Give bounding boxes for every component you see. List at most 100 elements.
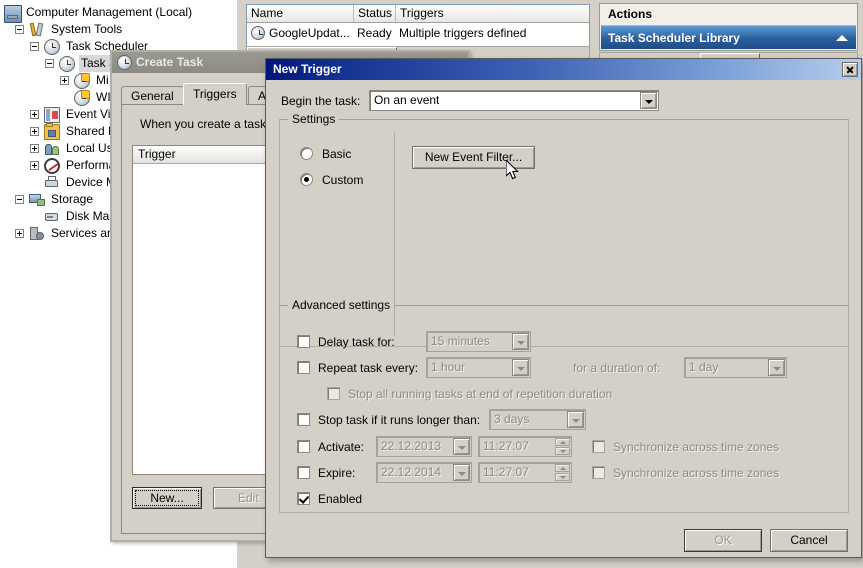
- tree-item-disk-management[interactable]: Disk Mana: [4, 208, 125, 225]
- repeat-task-label: Repeat task every:: [318, 361, 419, 375]
- delay-task-combo[interactable]: 15 minutes: [426, 331, 531, 352]
- activate-label: Activate:: [318, 440, 365, 454]
- expander-plus-icon[interactable]: [15, 229, 24, 238]
- stop-task-value: 3 days: [494, 412, 530, 426]
- tree-item-label: System Tools: [51, 22, 123, 36]
- expander-minus-icon[interactable]: [30, 42, 39, 51]
- device-manager-icon: [44, 175, 60, 191]
- actions-item-label: Task Scheduler Library: [608, 31, 740, 45]
- repeat-task-value: 1 hour: [431, 360, 466, 374]
- expire-time-spinner[interactable]: 11:27:07: [478, 462, 572, 483]
- begin-task-label: Begin the task:: [281, 94, 361, 108]
- tab-general[interactable]: General: [121, 86, 184, 105]
- expire-time-value: 11:27:07: [483, 465, 529, 479]
- chevron-down-icon[interactable]: [640, 92, 657, 109]
- triggers-description: When you create a task,: [140, 117, 270, 131]
- chevron-down-icon[interactable]: [453, 438, 470, 455]
- expire-sync-timezones-label: Synchronize across time zones: [613, 466, 780, 480]
- clock-icon: [44, 39, 60, 55]
- disk-management-icon: [44, 209, 60, 225]
- activate-date-picker[interactable]: 22.12.2013: [376, 436, 472, 457]
- duration-value: 1 day: [689, 360, 719, 374]
- tree-item-windows[interactable]: WI: [4, 89, 113, 106]
- expander-minus-icon[interactable]: [15, 25, 24, 34]
- clock-folder-icon: [74, 73, 90, 89]
- tree-item-performance[interactable]: Performan: [4, 157, 124, 174]
- tree-item-local-users[interactable]: Local User: [4, 140, 125, 157]
- tree-item-shared-folders[interactable]: Shared Fo: [4, 123, 124, 140]
- stop-task-label: Stop task if it runs longer than:: [318, 413, 481, 427]
- new-trigger-dialog[interactable]: New Trigger Begin the task: On an event …: [265, 58, 862, 558]
- begin-task-combo[interactable]: On an event: [369, 90, 659, 111]
- tree-item-storage[interactable]: Storage: [4, 191, 95, 208]
- cell-triggers: Multiple triggers defined: [399, 26, 527, 40]
- tree-item-microsoft[interactable]: Mi: [4, 72, 111, 89]
- screen: Computer Management (Local) System Tools…: [0, 0, 863, 568]
- column-header-status[interactable]: Status: [354, 5, 396, 22]
- cancel-button[interactable]: Cancel: [770, 529, 848, 552]
- basic-label: Basic: [322, 147, 352, 161]
- expander-minus-icon[interactable]: [45, 59, 54, 68]
- activate-time-spinner[interactable]: 11:27:07: [478, 436, 572, 457]
- local-users-icon: [44, 141, 60, 157]
- table-row[interactable]: GoogleUpdat... Ready Multiple triggers d…: [247, 24, 589, 42]
- expander-plus-icon[interactable]: [60, 76, 69, 85]
- activate-sync-timezones-checkbox[interactable]: [592, 440, 605, 453]
- expire-date-value: 22.12.2014: [381, 465, 442, 479]
- mouse-cursor: [506, 160, 520, 181]
- enabled-checkbox[interactable]: [297, 492, 310, 505]
- tree-item-computer-management[interactable]: Computer Management (Local): [4, 4, 194, 23]
- chevron-down-icon[interactable]: [567, 411, 584, 428]
- advanced-settings-legend: Advanced settings: [288, 298, 395, 312]
- ok-button[interactable]: OK: [684, 529, 762, 552]
- expire-sync-timezones-checkbox[interactable]: [592, 466, 605, 479]
- new-trigger-title-bar[interactable]: New Trigger: [266, 59, 861, 80]
- expire-date-picker[interactable]: 22.12.2014: [376, 462, 472, 483]
- task-clock-icon: [251, 26, 265, 40]
- actions-item-task-scheduler-library[interactable]: Task Scheduler Library: [601, 25, 856, 49]
- shared-folders-icon: [44, 123, 60, 140]
- advanced-settings-group: Advanced settings Delay task for: 15 min…: [279, 298, 849, 513]
- custom-label: Custom: [322, 173, 364, 187]
- column-header-triggers[interactable]: Triggers: [396, 5, 589, 22]
- repeat-task-combo[interactable]: 1 hour: [426, 357, 531, 378]
- custom-radio[interactable]: [300, 173, 313, 186]
- expander-plus-icon[interactable]: [30, 110, 39, 119]
- duration-label: for a duration of:: [573, 361, 661, 375]
- tree-item-task-scheduler-library[interactable]: Task S: [4, 55, 120, 72]
- close-icon[interactable]: [842, 62, 858, 77]
- activate-checkbox[interactable]: [297, 440, 310, 453]
- cell-name: GoogleUpdat...: [269, 26, 350, 40]
- duration-combo[interactable]: 1 day: [684, 357, 787, 378]
- task-list[interactable]: Name Status Triggers GoogleUpdat... Read…: [246, 4, 590, 48]
- chevron-down-icon[interactable]: [512, 359, 529, 376]
- expire-checkbox[interactable]: [297, 466, 310, 479]
- basic-radio[interactable]: [300, 147, 313, 160]
- stop-task-checkbox[interactable]: [297, 413, 310, 426]
- tree-item-device-manager[interactable]: Device Ma: [4, 174, 125, 191]
- stop-task-combo[interactable]: 3 days: [489, 409, 586, 430]
- column-header-name[interactable]: Name: [247, 5, 354, 22]
- spinner-up-icon[interactable]: [555, 438, 570, 446]
- expander-plus-icon[interactable]: [30, 161, 39, 170]
- delay-task-checkbox[interactable]: [297, 335, 310, 348]
- spinner-up-icon[interactable]: [555, 464, 570, 472]
- expander-plus-icon[interactable]: [30, 127, 39, 136]
- tab-triggers[interactable]: Triggers: [183, 83, 247, 105]
- cell-status: Ready: [357, 26, 392, 40]
- chevron-down-icon[interactable]: [768, 359, 785, 376]
- expander-minus-icon[interactable]: [15, 195, 24, 204]
- stop-all-running-tasks-checkbox[interactable]: [327, 387, 340, 400]
- chevron-up-icon[interactable]: [836, 35, 848, 41]
- expander-plus-icon[interactable]: [30, 144, 39, 153]
- spinner-down-icon[interactable]: [555, 473, 570, 481]
- spinner-down-icon[interactable]: [555, 447, 570, 455]
- tree-item-label: Storage: [51, 192, 94, 206]
- tree-item-system-tools[interactable]: System Tools: [4, 21, 124, 38]
- chevron-down-icon[interactable]: [453, 464, 470, 481]
- tools-icon: [29, 22, 45, 38]
- repeat-task-checkbox[interactable]: [297, 361, 310, 374]
- chevron-down-icon[interactable]: [512, 333, 529, 350]
- activate-sync-timezones-label: Synchronize across time zones: [613, 440, 780, 454]
- new-trigger-button[interactable]: New...: [132, 487, 202, 509]
